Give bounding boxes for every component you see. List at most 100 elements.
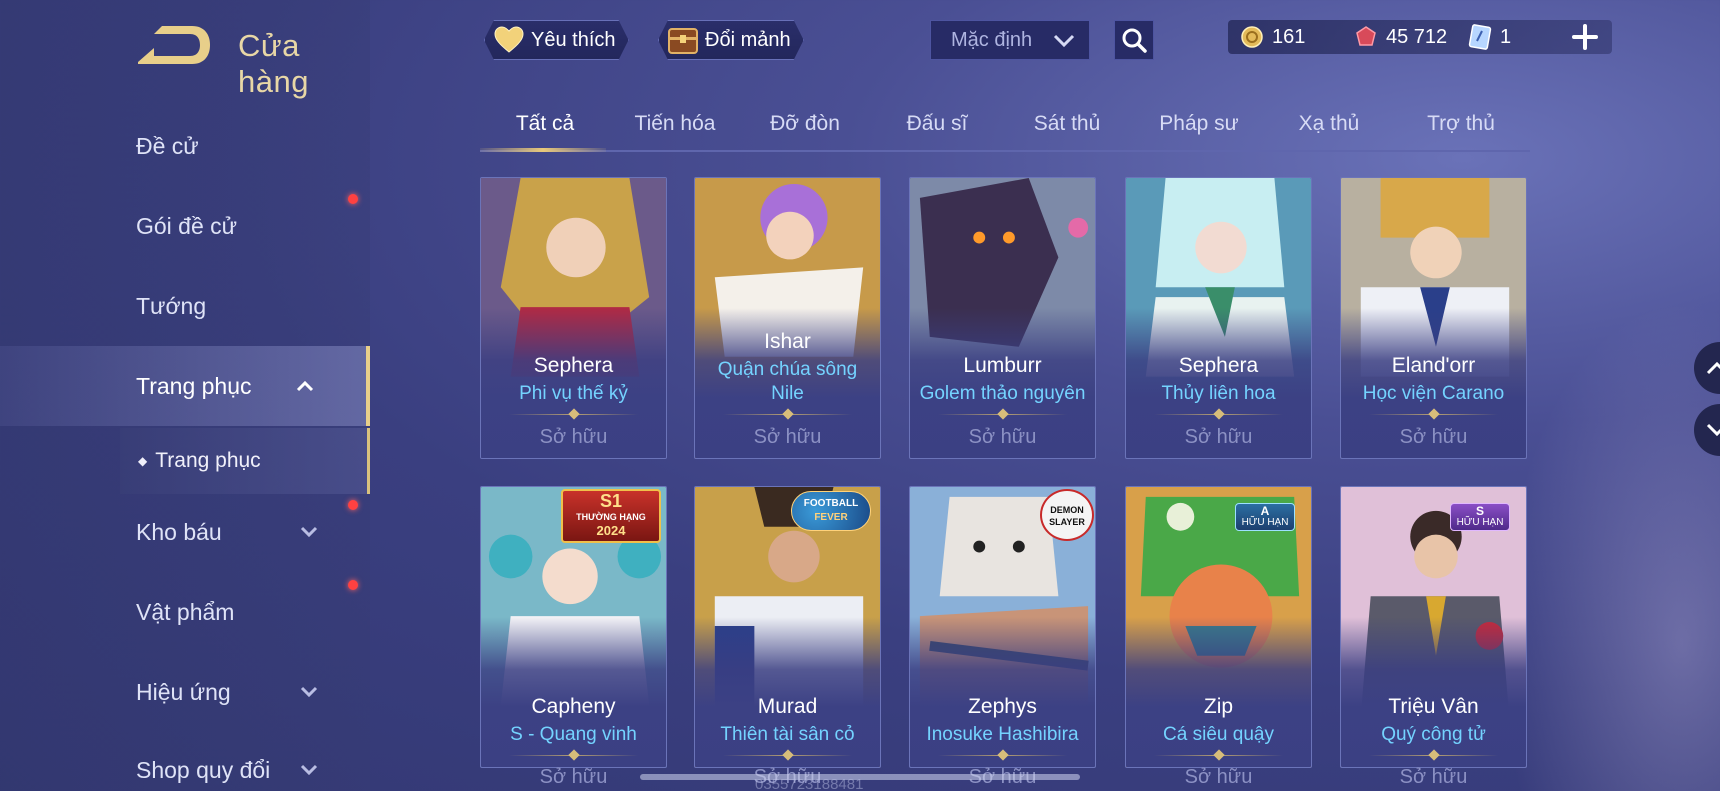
sidebar-subitem-skins[interactable]: ◆ Trang phục bbox=[120, 428, 370, 494]
hero-name: Lumburr bbox=[963, 354, 1042, 377]
badge-subtitle: HỮU HẠN bbox=[1456, 517, 1504, 528]
back-icon[interactable] bbox=[132, 22, 212, 68]
chevron-down-icon bbox=[1053, 34, 1075, 48]
skin-card[interactable]: Ishar Quận chúa sông Nile Sở hữu bbox=[694, 177, 881, 459]
tab-marksman[interactable]: Xạ thủ bbox=[1264, 108, 1394, 150]
badge-grade: S bbox=[1475, 504, 1484, 518]
skin-card[interactable]: DEMON SLAYER Zephys Inosuke Hashibira bbox=[909, 486, 1096, 768]
bullet-icon: ◆ bbox=[138, 454, 148, 468]
category-tabs: Tất cả Tiến hóa Đỡ đòn Đấu sĩ Sát thủ Ph… bbox=[480, 108, 1530, 152]
hero-name: Ishar bbox=[764, 330, 811, 353]
badge-grade: A bbox=[1260, 504, 1270, 518]
chevron-down-icon bbox=[300, 526, 318, 538]
sidebar-item-label: Kho báu bbox=[136, 518, 222, 545]
sidebar-item-exchange-shop[interactable]: Shop quy đổi bbox=[0, 730, 370, 791]
hero-name: Triệu Vân bbox=[1388, 695, 1479, 718]
owned-status: Sở hữu bbox=[968, 426, 1037, 448]
watermark-text: 0355723188481 bbox=[755, 776, 864, 791]
hero-name: Sephera bbox=[1178, 354, 1259, 377]
tab-label: Tiến hóa bbox=[634, 112, 716, 135]
treasure-chest-icon bbox=[665, 24, 701, 56]
badge-subtitle: FEVER bbox=[814, 512, 848, 523]
ruby-icon bbox=[1356, 26, 1376, 46]
tab-label: Đỡ đòn bbox=[770, 112, 840, 135]
skin-card[interactable]: FOOTBALL FEVER Murad Thiên tài sân cỏ bbox=[694, 486, 881, 768]
tab-fighter[interactable]: Đấu sĩ bbox=[872, 108, 1002, 150]
owned-status: Sở hữu bbox=[753, 426, 822, 448]
sidebar-item-label: Tướng bbox=[136, 292, 207, 319]
tab-all[interactable]: Tất cả bbox=[480, 108, 610, 150]
chevron-down-icon bbox=[300, 764, 318, 776]
hero-name: Eland'orr bbox=[1391, 354, 1476, 377]
tab-active-indicator bbox=[480, 148, 606, 152]
sidebar-item-recommended[interactable]: Đề cử bbox=[0, 106, 370, 186]
plus-icon[interactable] bbox=[1570, 22, 1600, 52]
notification-dot bbox=[348, 580, 358, 590]
sidebar-item-label: Hiệu ứng bbox=[136, 678, 231, 705]
sidebar-item-heroes[interactable]: Tướng bbox=[0, 266, 370, 346]
exchange-shards-button[interactable]: Đổi mảnh bbox=[658, 20, 804, 60]
tab-assassin[interactable]: Sát thủ bbox=[1002, 108, 1132, 150]
tab-tank[interactable]: Đỡ đòn bbox=[740, 108, 870, 150]
gold-coin-icon bbox=[1241, 26, 1263, 48]
sidebar-item-treasure[interactable]: Kho báu bbox=[0, 492, 370, 572]
page-title: Cửa hàng bbox=[238, 28, 309, 99]
event-badge: FOOTBALL FEVER bbox=[791, 491, 871, 531]
notification-dot bbox=[348, 194, 358, 204]
badge-subtitle: THƯỜNG HẠNG bbox=[576, 512, 646, 522]
favorites-button[interactable]: Yêu thích bbox=[484, 20, 629, 60]
skin-card[interactable]: Lumburr Golem thảo nguyên Sở hữu bbox=[909, 177, 1096, 459]
voucher-currency: 1 bbox=[1468, 20, 1511, 54]
badge-subtitle: SLAYER bbox=[1049, 517, 1085, 527]
badge-title: S1 bbox=[599, 491, 623, 511]
search-button[interactable] bbox=[1114, 20, 1154, 60]
skin-card[interactable]: A HỮU HẠN Zip Cá siêu quậy bbox=[1125, 486, 1312, 768]
event-badge: DEMON SLAYER bbox=[1040, 489, 1094, 541]
owned-status: Sở hữu bbox=[1184, 766, 1253, 788]
tab-label: Sát thủ bbox=[1033, 112, 1101, 135]
sidebar-item-label: Gói đề cử bbox=[136, 212, 238, 239]
chevron-up-icon bbox=[296, 380, 314, 392]
gold-currency: 161 bbox=[1240, 20, 1305, 54]
skin-name: Cá siêu quậy bbox=[1163, 724, 1274, 745]
badge-title: DEMON bbox=[1050, 505, 1084, 515]
skin-name: Quận chúa sông Nile bbox=[717, 359, 858, 404]
sidebar-item-skins[interactable]: Trang phục bbox=[0, 346, 370, 426]
hero-name: Zephys bbox=[968, 695, 1037, 718]
rarity-badge: A HỮU HẠN bbox=[1235, 503, 1295, 531]
notification-dot bbox=[348, 500, 358, 510]
sort-value: Mặc định bbox=[951, 28, 1033, 51]
skin-card[interactable]: Eland'orr Học viện Carano Sở hữu bbox=[1340, 177, 1527, 459]
tab-support[interactable]: Trợ thủ bbox=[1396, 108, 1526, 150]
ruby-amount: 45 712 bbox=[1386, 25, 1448, 48]
gold-amount: 161 bbox=[1272, 25, 1306, 48]
tab-label: Đấu sĩ bbox=[906, 112, 968, 135]
skin-card[interactable]: Sephera Thủy liên hoa Sở hữu bbox=[1125, 177, 1312, 459]
tab-mage[interactable]: Pháp sư bbox=[1134, 108, 1264, 150]
skin-name: Thiên tài sân cỏ bbox=[720, 724, 855, 745]
hero-name: Capheny bbox=[531, 695, 616, 718]
sidebar-subitem-label: Trang phục bbox=[155, 449, 261, 472]
owned-status: Sở hữu bbox=[539, 426, 608, 448]
tab-label: Tất cả bbox=[515, 112, 575, 135]
badge-year: 2024 bbox=[596, 523, 626, 538]
sidebar-item-bundles[interactable]: Gói đề cử bbox=[0, 186, 370, 266]
skin-name: Học viện Carano bbox=[1362, 383, 1505, 404]
background-glow bbox=[1500, 300, 1720, 791]
sidebar-item-label: Shop quy đổi bbox=[136, 756, 271, 783]
skin-card[interactable]: S1 THƯỜNG HẠNG 2024 Capheny S - Quang vi… bbox=[480, 486, 667, 768]
sidebar-item-effects[interactable]: Hiệu ứng bbox=[0, 652, 370, 732]
voucher-amount: 1 bbox=[1500, 25, 1512, 48]
tab-label: Trợ thủ bbox=[1427, 112, 1495, 135]
tab-evolution[interactable]: Tiến hóa bbox=[610, 108, 740, 150]
skin-card[interactable]: S HỮU HẠN Triệu Vân Quý công tử bbox=[1340, 486, 1527, 768]
skin-name: S - Quang vinh bbox=[510, 724, 637, 745]
chevron-up-icon bbox=[1706, 361, 1720, 375]
tab-label: Pháp sư bbox=[1159, 112, 1239, 135]
skin-card[interactable]: Sephera Phi vụ thế kỷ Sở hữu bbox=[480, 177, 667, 459]
sort-dropdown[interactable]: Mặc định bbox=[930, 20, 1090, 60]
rarity-badge: S HỮU HẠN bbox=[1450, 503, 1510, 531]
owned-status: Sở hữu bbox=[539, 766, 608, 788]
sidebar-item-items[interactable]: Vật phẩm bbox=[0, 572, 370, 652]
skin-name: Golem thảo nguyên bbox=[919, 383, 1086, 404]
